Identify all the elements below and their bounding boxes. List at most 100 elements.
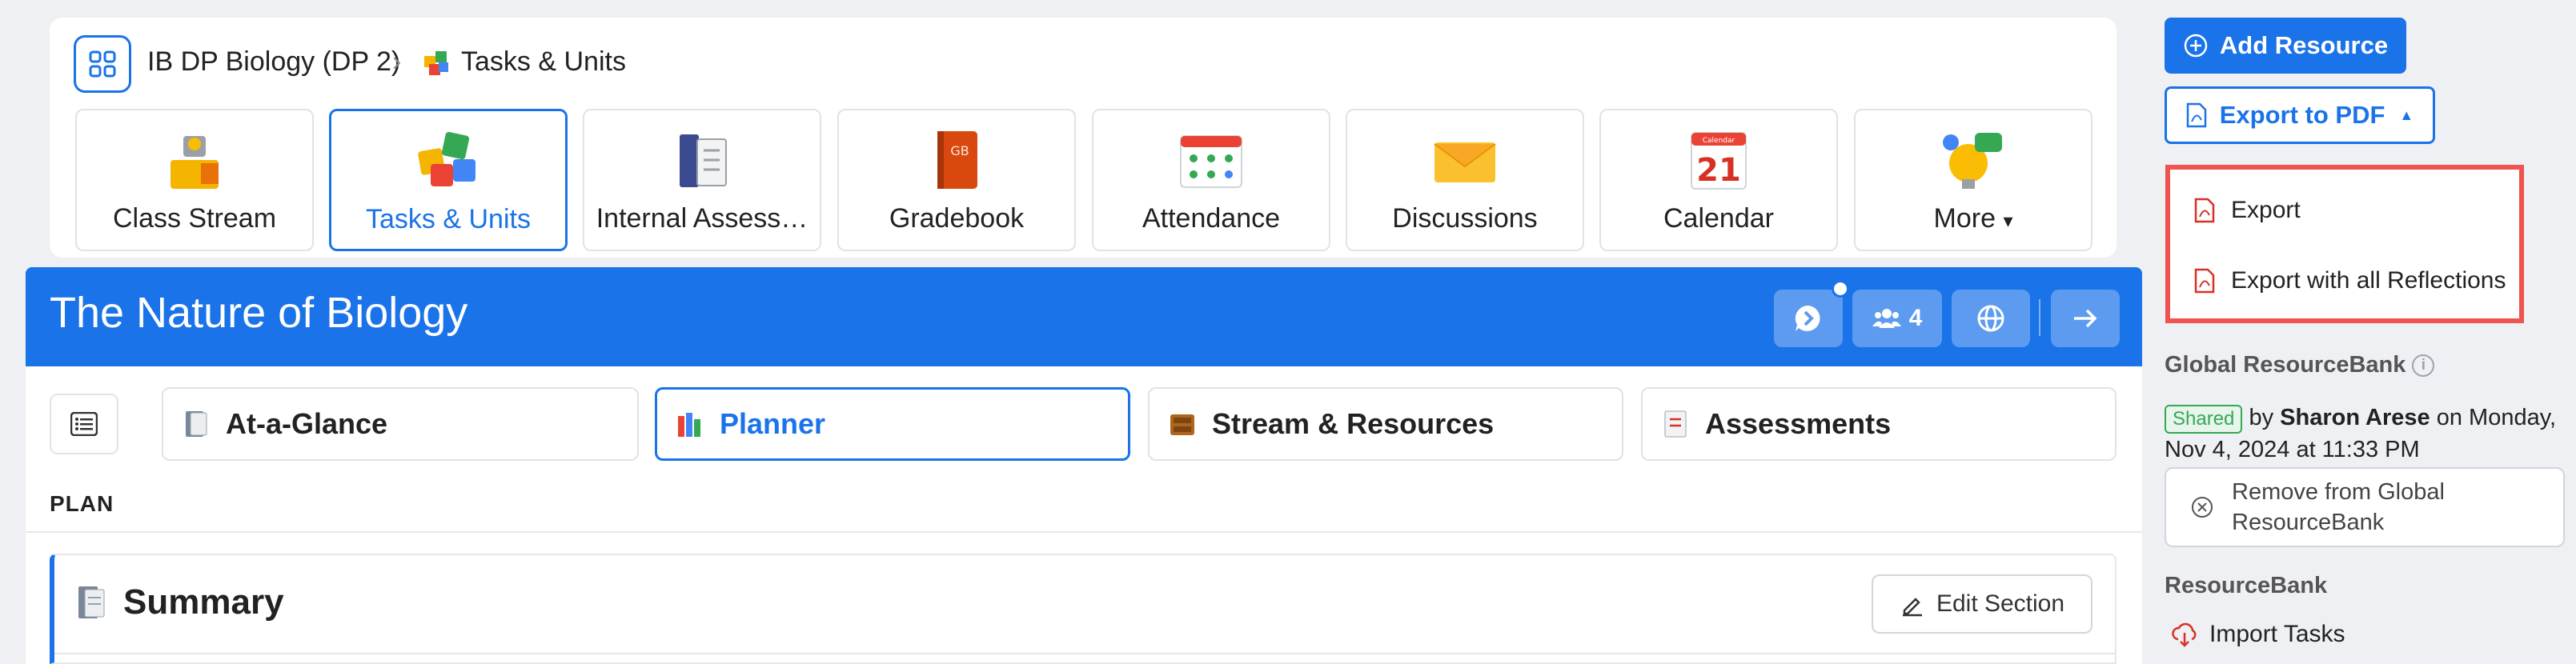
members-count: 4 xyxy=(1908,305,1923,331)
pdf-icon xyxy=(2186,102,2206,128)
summary-title: Summary xyxy=(123,582,284,622)
unit-visibility-button[interactable] xyxy=(1952,290,2030,347)
caret-up-icon: ▲ xyxy=(2399,106,2414,123)
menu-item-export[interactable]: Export xyxy=(2194,197,2301,224)
plus-circle-icon xyxy=(2184,34,2208,58)
remove-label: Remove from Global ResourceBank xyxy=(2232,479,2445,535)
puzzle-icon xyxy=(418,131,475,186)
gradebook-icon: GB xyxy=(937,131,977,189)
tab-label: Assessments xyxy=(1705,407,1892,440)
tab-label: Planner xyxy=(720,407,826,440)
books-icon xyxy=(678,413,700,437)
book-icon xyxy=(680,134,727,187)
breadcrumb-course[interactable]: IB DP Biology (DP 2) xyxy=(147,46,400,78)
nav-tile-label: Attendance xyxy=(1142,203,1281,234)
edit-section-label: Edit Section xyxy=(1936,590,2065,617)
nav-tile-tasks-units[interactable]: Tasks & Units xyxy=(329,109,568,251)
breadcrumb-separator: › xyxy=(392,46,402,77)
shared-by-prefix: by xyxy=(2249,405,2274,430)
pdf-icon xyxy=(2194,268,2215,294)
divider xyxy=(26,531,2142,533)
shared-by-name: Sharon Arese xyxy=(2280,405,2430,430)
cabinet-icon xyxy=(1170,414,1194,435)
summary-heading: Summary xyxy=(75,582,284,622)
pencil-icon xyxy=(1902,598,1922,617)
notebook-icon xyxy=(78,586,105,618)
import-tasks-link[interactable]: Import Tasks xyxy=(2171,621,2345,648)
export-pdf-button[interactable]: Export to PDF ▲ xyxy=(2165,86,2435,144)
resourcebank-heading: ResourceBank xyxy=(2165,573,2327,599)
unit-title: The Nature of Biology xyxy=(50,289,468,337)
more-icon xyxy=(1943,133,2002,189)
arrow-right-icon xyxy=(2074,309,2097,328)
outline-toggle-button[interactable] xyxy=(50,394,118,454)
calendar-icon-header: Calendar xyxy=(1703,137,1735,145)
export-dropdown-menu: Export Export with all Reflections xyxy=(2165,165,2524,323)
nav-tile-more[interactable]: More ▾ xyxy=(1854,109,2092,251)
checklist-icon xyxy=(1664,410,1687,438)
pdf-icon xyxy=(2194,198,2215,223)
notebook-icon xyxy=(186,411,207,437)
apps-grid-button[interactable] xyxy=(74,35,131,93)
nav-tile-class-stream[interactable]: Class Stream xyxy=(75,109,314,251)
calendar-icon: Calendar 21 xyxy=(1691,132,1747,190)
shared-badge: Shared xyxy=(2165,405,2243,434)
nav-tile-gradebook[interactable]: GB Gradebook xyxy=(837,109,1076,251)
toolbar-divider xyxy=(2039,299,2040,336)
global-resourcebank-title: Global ResourceBank xyxy=(2165,352,2406,378)
shared-status: Shared by Sharon Arese on Monday, Nov 4,… xyxy=(2165,402,2573,466)
unit-chat-button[interactable] xyxy=(1774,290,1843,347)
divider xyxy=(54,653,2115,654)
close-circle-icon xyxy=(2192,497,2213,518)
list-icon xyxy=(70,412,98,436)
global-resourcebank-heading: Global ResourceBank i xyxy=(2165,352,2435,378)
tab-stream-resources[interactable]: Stream & Resources xyxy=(1148,387,1623,461)
users-icon xyxy=(1872,309,1901,328)
tab-label: Stream & Resources xyxy=(1212,407,1495,440)
nav-tile-label: Tasks & Units xyxy=(366,204,531,234)
nav-tile-discussions[interactable]: Discussions xyxy=(1346,109,1584,251)
unit-members-button[interactable]: 4 xyxy=(1852,290,1942,347)
nav-tile-label: Calendar xyxy=(1663,203,1774,234)
breadcrumb-section[interactable]: Tasks & Units xyxy=(423,46,626,78)
more-label: More xyxy=(1933,203,1996,234)
breadcrumb-section-label: Tasks & Units xyxy=(461,46,626,77)
nav-tile-label: Class Stream xyxy=(112,203,277,234)
envelope-icon xyxy=(1434,142,1496,182)
unit-next-button[interactable] xyxy=(2051,290,2120,347)
tab-at-a-glance[interactable]: At-a-Glance xyxy=(162,387,639,461)
tab-assessments[interactable]: Assessments xyxy=(1641,387,2117,461)
globe-icon xyxy=(1977,305,2004,332)
grid-icon xyxy=(89,50,116,78)
plan-heading: PLAN xyxy=(50,491,114,516)
resourcebank-title: ResourceBank xyxy=(2165,573,2328,598)
add-resource-label: Add Resource xyxy=(2219,31,2389,59)
nav-tile-label: Internal Assess… xyxy=(596,203,809,234)
import-tasks-label: Import Tasks xyxy=(2209,621,2345,647)
attendance-icon xyxy=(1180,135,1242,188)
nav-tile-attendance[interactable]: Attendance xyxy=(1092,109,1330,251)
tab-planner[interactable]: Planner xyxy=(655,387,1130,461)
chevron-down-icon: ▾ xyxy=(2003,210,2013,232)
menu-item-label: Export with all Reflections xyxy=(2231,267,2506,294)
remove-global-resourcebank-button[interactable]: Remove from Global ResourceBank xyxy=(2165,467,2565,547)
menu-item-export-reflections[interactable]: Export with all Reflections xyxy=(2194,267,2506,294)
nav-tile-label: More ▾ xyxy=(1934,203,2013,234)
export-pdf-label: Export to PDF xyxy=(2219,101,2385,129)
nav-tile-label: Discussions xyxy=(1392,203,1538,234)
unit-header-bar: The Nature of Biology 4 xyxy=(26,267,2142,366)
puzzle-icon xyxy=(424,50,448,75)
tab-label: At-a-Glance xyxy=(226,407,388,440)
info-icon[interactable]: i xyxy=(2412,354,2435,377)
nav-tile-label: Gradebook xyxy=(889,203,1025,234)
summary-section xyxy=(50,554,2117,664)
svg-text:GB: GB xyxy=(950,143,969,158)
calendar-icon-day: 21 xyxy=(1696,152,1741,189)
add-resource-button[interactable]: Add Resource xyxy=(2165,18,2406,74)
menu-item-label: Export xyxy=(2231,197,2301,223)
class-stream-icon xyxy=(171,136,219,189)
nav-tile-internal-assessment[interactable]: Internal Assess… xyxy=(583,109,821,251)
notification-dot xyxy=(1832,280,1849,298)
nav-tile-calendar[interactable]: Calendar 21 Calendar xyxy=(1599,109,1838,251)
edit-section-button[interactable]: Edit Section xyxy=(1872,574,2092,634)
